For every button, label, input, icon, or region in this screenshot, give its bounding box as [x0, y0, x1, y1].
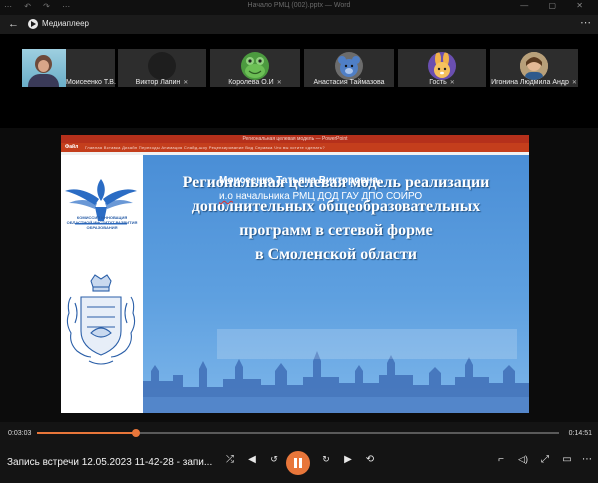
mic-muted-icon: ✕: [571, 80, 577, 86]
mic-muted-icon: ✕: [276, 80, 282, 86]
volume-icon[interactable]: ◁): [515, 454, 531, 465]
more-options-icon[interactable]: ⋯: [580, 16, 591, 29]
window-title: Начало РМЦ (002).pptx — Word: [247, 2, 351, 9]
author-box: [217, 329, 517, 359]
shuffle-icon[interactable]: ⤮: [222, 454, 238, 465]
playback-bar: 0:03:03 0:14:51 Запись встречи 12.05.202…: [0, 422, 598, 483]
total-time: 0:14:51: [568, 430, 592, 437]
participant-tile[interactable]: Анастасия Таймазова: [304, 49, 394, 87]
participant-name: Игонина Людмила Андр ✕: [491, 79, 577, 86]
pause-button[interactable]: [286, 451, 310, 475]
participant-avatar: [520, 52, 548, 80]
rewind-10-icon[interactable]: ↺: [266, 454, 282, 465]
window-titlebar: ⋯ ↶ ↷ ⋯ Начало РМЦ (002).pptx — Word — ▢…: [0, 0, 598, 15]
participant-name: Моисеенко Т.В.: [66, 79, 116, 86]
participant-tile[interactable]: Королева О.И ✕: [210, 49, 300, 87]
powerpoint-ribbon-tabs: Файл Главная Вставка Дизайн Переходы Ани…: [61, 143, 529, 152]
participant-avatar: [335, 52, 363, 80]
forward-30-icon[interactable]: ↻: [318, 454, 334, 465]
powerpoint-titlebar: Региональная целевая модель — PowerPoint: [61, 135, 529, 143]
author-role: и.о начальника РМЦ ДОД ГАУ ДПО СОИРО: [219, 191, 423, 202]
window-controls[interactable]: — ▢ ✕: [520, 1, 592, 10]
participant-tile[interactable]: Моисеенко Т.В.: [22, 49, 116, 87]
more-player-options-icon[interactable]: ⋯: [579, 454, 595, 465]
ribbon-tabs: Главная Вставка Дизайн Переходы Анимация…: [85, 145, 325, 150]
repeat-off-icon[interactable]: ⟲: [362, 454, 378, 465]
seek-bar[interactable]: [37, 432, 559, 434]
previous-icon[interactable]: ◀: [244, 454, 260, 465]
smolensk-emblem-icon: [66, 274, 136, 365]
participant-avatar: [241, 52, 269, 80]
fullscreen-icon[interactable]: ⤢: [537, 454, 553, 465]
media-player-icon: [28, 19, 38, 29]
app-header: ← Медиаплеер ⋯: [0, 15, 598, 34]
author-name: Моисеенко Татьяна Викторовна,: [219, 175, 381, 186]
back-arrow-icon[interactable]: ←: [8, 18, 19, 30]
participant-name: Виктор Лапин ✕: [135, 79, 189, 86]
participant-avatar: [148, 52, 176, 80]
mic-muted-icon: ✕: [183, 80, 189, 86]
participant-avatar: [428, 52, 456, 80]
current-time: 0:03:03: [8, 430, 32, 437]
app-name: Медиаплеер: [42, 19, 89, 28]
slide-title-line: программ в сетевой форме: [239, 222, 433, 239]
seek-bar-progress: [37, 432, 137, 434]
recording-title: Запись встречи 12.05.2023 11-42-28 - зап…: [7, 457, 213, 468]
seek-thumb[interactable]: [132, 429, 141, 437]
participant-name: Гость ✕: [429, 79, 455, 86]
next-icon[interactable]: ▶: [340, 454, 356, 465]
miniplayer-icon[interactable]: ⌐: [493, 454, 509, 465]
participant-video: [22, 49, 66, 87]
file-tab: Файл: [65, 144, 79, 150]
participant-name: Королева О.И ✕: [228, 79, 282, 86]
slide-title-line: в Смоленской области: [254, 246, 418, 263]
logo-caption: КОМИССИЯ ИННОВАЦИЯ ОБЛАСТНОЙ ИНСТИТУТ РА…: [66, 215, 138, 230]
participant-tile[interactable]: Гость ✕: [398, 49, 486, 87]
cast-icon[interactable]: ▭: [559, 454, 575, 465]
participant-tile[interactable]: Игонина Людмила Андр ✕: [490, 49, 578, 87]
participant-tile[interactable]: Виктор Лапин ✕: [118, 49, 206, 87]
participant-name: Анастасия Таймазова: [313, 79, 385, 86]
mic-muted-icon: ✕: [449, 80, 455, 86]
